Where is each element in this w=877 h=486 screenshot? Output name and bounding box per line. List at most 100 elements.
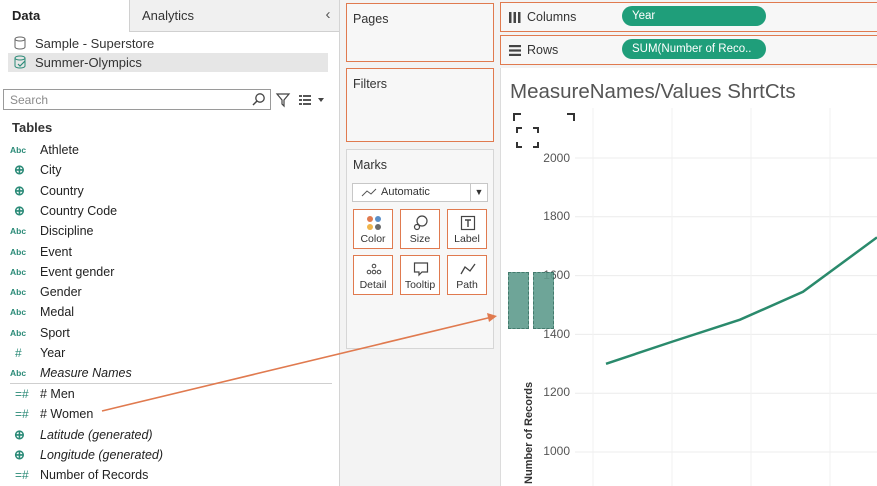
- field-label: # Men: [40, 387, 75, 401]
- marks-button-label: Color: [360, 233, 386, 245]
- marks-tooltip-button[interactable]: Tooltip: [400, 255, 440, 295]
- collapse-pane-icon[interactable]: ‹: [320, 6, 336, 24]
- series-line: [605, 236, 877, 365]
- side-tabs: Data Analytics ‹: [0, 0, 339, 32]
- field-item[interactable]: =# # Men: [10, 384, 330, 404]
- columns-pill-year[interactable]: Year: [622, 6, 766, 26]
- field-item[interactable]: Abc Measure Names: [10, 363, 330, 383]
- search-icon[interactable]: [251, 92, 266, 107]
- marks-label-button[interactable]: Label: [447, 209, 487, 249]
- field-label: Measure Names: [40, 366, 132, 381]
- globe-icon: ⊕: [14, 182, 25, 198]
- tab-analytics[interactable]: Analytics: [130, 0, 320, 31]
- field-item[interactable]: ⊕ Latitude (generated): [10, 425, 330, 445]
- field-item[interactable]: ⊕ City: [10, 160, 330, 180]
- line-mark-icon: [361, 188, 377, 197]
- field-item[interactable]: ⊕ Country Code: [10, 201, 330, 221]
- field-label: Athlete: [40, 143, 79, 157]
- string-icon: Abc: [10, 287, 27, 298]
- field-item[interactable]: Abc Event: [10, 242, 330, 262]
- tooltip-icon: [413, 262, 429, 277]
- field-item[interactable]: Abc Gender: [10, 282, 330, 302]
- field-label: Longitude (generated): [40, 447, 164, 462]
- field-label: Gender: [40, 285, 82, 300]
- filter-icon[interactable]: [275, 91, 291, 108]
- y-tick-label: 2000: [543, 151, 570, 165]
- drag-ghost-left: [508, 272, 529, 329]
- y-tick-label: 1400: [543, 327, 570, 341]
- columns-shelf-label: Columns: [527, 10, 577, 24]
- string-icon: Abc: [10, 266, 27, 277]
- database-icon: [14, 36, 26, 50]
- filters-card[interactable]: Filters: [346, 68, 494, 142]
- string-icon: Abc: [10, 327, 27, 338]
- data-pane: Data Analytics ‹ Sample - Superstore Sum…: [0, 0, 340, 486]
- drag-ghost-right: [533, 272, 554, 329]
- pages-card[interactable]: Pages: [346, 3, 494, 62]
- field-item[interactable]: Abc Sport: [10, 323, 330, 343]
- field-label: Event: [40, 244, 72, 259]
- field-label: City: [40, 163, 62, 178]
- field-label: # Women: [40, 407, 94, 422]
- string-icon: Abc: [10, 145, 27, 155]
- globe-icon: ⊕: [14, 426, 25, 442]
- field-item[interactable]: # Year: [10, 343, 330, 363]
- view-title: MeasureNames/Values ShrtCts: [510, 80, 796, 103]
- y-tick-label: 1800: [543, 209, 570, 223]
- field-item[interactable]: Abc Athlete: [10, 140, 330, 160]
- marks-button-label: Detail: [359, 279, 387, 291]
- marks-button-label: Size: [409, 233, 431, 245]
- string-icon: Abc: [10, 226, 27, 237]
- field-item[interactable]: ⊕ Longitude (generated): [10, 445, 330, 465]
- marks-size-button[interactable]: Size: [400, 209, 440, 249]
- marks-button-label: Path: [456, 279, 478, 291]
- search-field[interactable]: [3, 89, 271, 110]
- field-label: Country: [40, 183, 84, 198]
- measure-number-icon: =#: [15, 387, 29, 401]
- view-options-icon[interactable]: [298, 91, 326, 108]
- database-check-icon: [14, 55, 26, 69]
- datasource-summer-olympics[interactable]: Summer-Olympics: [8, 53, 328, 72]
- field-item[interactable]: =# Number of Records: [10, 465, 330, 485]
- marks-card-title: Marks: [353, 158, 388, 172]
- globe-icon: ⊕: [14, 446, 25, 462]
- marks-path-button[interactable]: Path: [447, 255, 487, 295]
- rows-shelf[interactable]: Rows SUM(Number of Reco..: [500, 35, 877, 65]
- rows-shelf-label: Rows: [527, 43, 559, 57]
- size-icon: [413, 215, 428, 231]
- datasource-name: Sample - Superstore: [35, 36, 155, 51]
- field-label: Latitude (generated): [40, 427, 153, 442]
- mark-type-dropdown[interactable]: Automatic ▼: [352, 183, 488, 202]
- detail-icon: [366, 263, 382, 275]
- chevron-down-icon[interactable]: ▼: [470, 184, 487, 201]
- field-item[interactable]: Abc Event gender: [10, 262, 330, 282]
- marks-detail-button[interactable]: Detail: [353, 255, 393, 295]
- columns-icon: [509, 12, 521, 23]
- rows-pill-number-of-records[interactable]: SUM(Number of Reco..: [622, 39, 766, 59]
- columns-shelf[interactable]: Columns Year: [500, 2, 877, 32]
- field-item[interactable]: ⊕ Country: [10, 181, 330, 201]
- mark-type-value: Automatic: [381, 186, 430, 198]
- marks-button-label: Tooltip: [404, 279, 436, 291]
- datasource-sample-superstore[interactable]: Sample - Superstore: [8, 34, 328, 53]
- field-item[interactable]: =# # Women: [10, 404, 330, 424]
- color-icon: [367, 216, 381, 230]
- string-icon: Abc: [10, 307, 27, 318]
- number-icon: #: [15, 346, 22, 360]
- field-label: Country Code: [40, 203, 118, 218]
- filters-card-title: Filters: [353, 77, 388, 91]
- search-input[interactable]: [10, 92, 245, 107]
- string-icon: Abc: [10, 368, 27, 379]
- field-item[interactable]: Abc Medal: [10, 302, 330, 322]
- y-axis-title: Number of Records: [523, 381, 535, 484]
- tables-heading: Tables: [12, 120, 53, 135]
- datasource-name: Summer-Olympics: [35, 55, 142, 70]
- field-label: Event gender: [40, 264, 115, 279]
- rows-icon: [509, 45, 521, 56]
- marks-color-button[interactable]: Color: [353, 209, 393, 249]
- measure-number-icon: =#: [15, 407, 29, 422]
- field-label: Medal: [40, 305, 75, 320]
- tab-data[interactable]: Data: [0, 0, 130, 32]
- field-item[interactable]: Abc Discipline: [10, 221, 330, 241]
- field-label: Year: [40, 346, 66, 360]
